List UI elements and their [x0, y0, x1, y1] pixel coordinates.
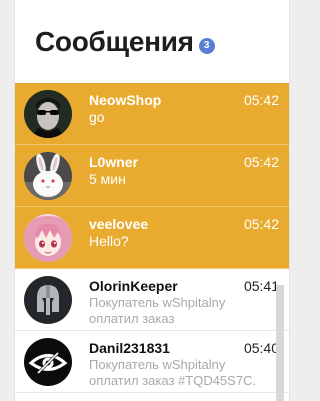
conversation-time: 05:42	[243, 154, 279, 170]
sunglasses-man-avatar	[24, 90, 72, 138]
spartan-helmet-avatar	[24, 276, 72, 324]
conversation-item[interactable]: Danil231831 Покупатель wShpitalny оплати…	[15, 331, 289, 393]
conversation-preview: Hello?	[89, 233, 129, 249]
conversation-time: 05:42	[243, 216, 279, 232]
conversation-preview: go	[89, 109, 105, 125]
conversation-time: 05:42	[243, 92, 279, 108]
conversation-preview: 5 мин	[89, 171, 126, 187]
conversation-item[interactable]: L0wner 5 мин 05:42	[15, 145, 289, 207]
messages-header: Сообщения 3	[15, 0, 289, 83]
unread-count-badge: 3	[198, 37, 215, 54]
conversation-item[interactable]: veelovee Hello? 05:42	[15, 207, 289, 269]
conversation-time: 05:41	[243, 278, 279, 294]
conversation-item[interactable]: OlorinKeeper Покупатель wShpitalny оплат…	[15, 269, 289, 331]
conversation-list: NeowShop go 05:42 L0wner 5 мин 05:42 vee…	[15, 83, 289, 393]
conversation-time: 05:40	[243, 340, 279, 356]
eye-logo-avatar	[24, 338, 72, 386]
page-title: Сообщения	[35, 25, 194, 57]
scrollbar[interactable]	[276, 285, 284, 401]
conversation-preview: Покупатель wShpitalny оплатил заказ	[89, 295, 226, 326]
conversation-item[interactable]: NeowShop go 05:42	[15, 83, 289, 145]
white-rabbit-avatar	[24, 152, 72, 200]
anime-girl-avatar	[24, 214, 72, 262]
messages-panel: Сообщения 3 NeowShop go 05:42 L0wner 5 м…	[14, 0, 290, 401]
conversation-preview: Покупатель wShpitalny оплатил заказ #TQD…	[89, 357, 257, 388]
